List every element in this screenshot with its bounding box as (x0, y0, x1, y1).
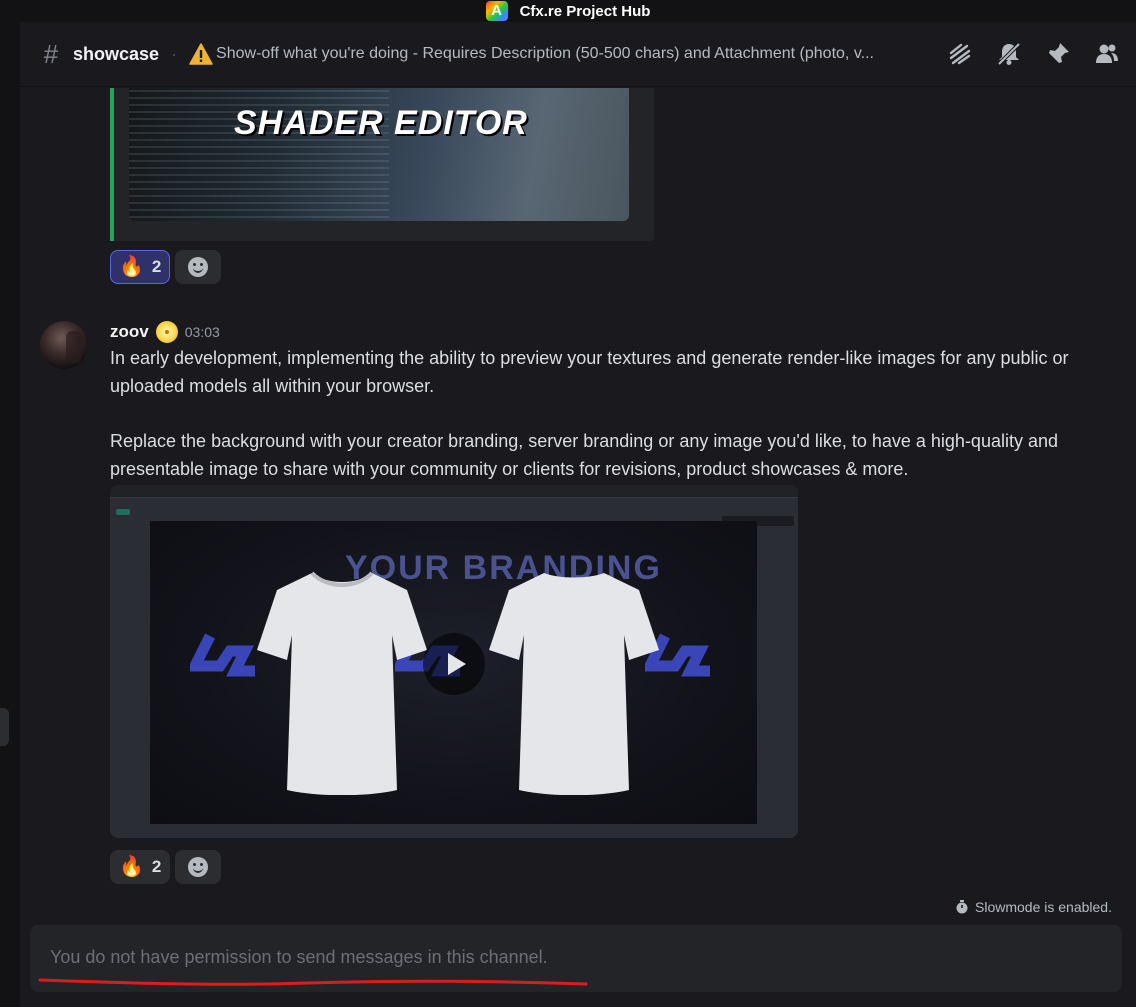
user-badge-icon[interactable] (155, 321, 178, 343)
tshirt-back-render (489, 573, 659, 795)
username[interactable]: zoov (110, 322, 149, 342)
reaction-count: 2 (151, 257, 162, 276)
threads-icon[interactable] (947, 41, 973, 67)
reaction-fire[interactable]: 🔥 2 (110, 250, 171, 284)
play-icon (447, 653, 466, 675)
avatar[interactable] (40, 321, 88, 369)
message-paragraph: In early development, implementing the a… (110, 348, 1069, 396)
red-annotation-underline (38, 978, 588, 986)
tshirt-front-render (257, 571, 427, 795)
reaction-fire[interactable]: 🔥 2 (110, 850, 171, 884)
fire-emoji-icon: 🔥 (119, 856, 144, 878)
video-attachment[interactable]: YOUR BRANDING (110, 485, 798, 838)
pin-icon[interactable] (1045, 41, 1071, 67)
app-logo-icon: A (485, 1, 508, 21)
channel-name: showcase (73, 43, 160, 64)
message-header: zoov 03:03 (110, 321, 220, 343)
play-button[interactable] (423, 633, 485, 695)
video-frame: YOUR BRANDING (150, 521, 757, 824)
channel-topic[interactable]: Show-off what you're doing - Requires De… (216, 45, 924, 63)
sidebar-scroll-handle[interactable] (0, 708, 9, 746)
header-toolbar (924, 41, 1120, 67)
video-browser-bar (110, 485, 798, 498)
fire-emoji-icon: 🔥 (119, 256, 144, 278)
add-reaction-button[interactable] (175, 850, 222, 884)
slowmode-indicator: Slowmode is enabled. (955, 899, 1112, 915)
window-titlebar: A Cfx.re Project Hub (0, 0, 1136, 22)
embed-image-title: SHADER EDITOR (234, 104, 528, 142)
link-embed: SHADER EDITOR (110, 88, 654, 241)
message-paragraph: Replace the background with your creator… (110, 431, 1058, 479)
timer-icon (956, 900, 968, 914)
server-sidebar-edge (0, 22, 20, 1007)
header-separator: · (171, 43, 178, 64)
composer-permission-text: You do not have permission to send messa… (50, 947, 548, 967)
members-icon[interactable] (1094, 41, 1120, 67)
embed-image[interactable]: SHADER EDITOR (129, 88, 629, 221)
video-browser-button (116, 509, 130, 515)
slowmode-text: Slowmode is enabled. (975, 899, 1112, 915)
message-timestamp[interactable]: 03:03 (185, 324, 220, 340)
channel-header: # showcase · Show-off what you're doing … (20, 22, 1136, 87)
notifications-muted-icon[interactable] (996, 41, 1022, 67)
reaction-bar-bottom: 🔥 2 (110, 850, 222, 884)
window-title: Cfx.re Project Hub (519, 2, 651, 20)
reaction-bar-top: 🔥 2 (110, 250, 222, 284)
smile-icon (188, 857, 209, 877)
smile-icon (188, 257, 209, 277)
add-reaction-button[interactable] (175, 250, 222, 284)
message-content: In early development, implementing the a… (110, 344, 1090, 483)
message-list: SHADER EDITOR 🔥 2 zoov 03:03 In early de… (20, 88, 1136, 920)
warning-icon (189, 43, 213, 65)
channel-hash-icon: # (43, 38, 59, 69)
reaction-count: 2 (151, 857, 162, 876)
